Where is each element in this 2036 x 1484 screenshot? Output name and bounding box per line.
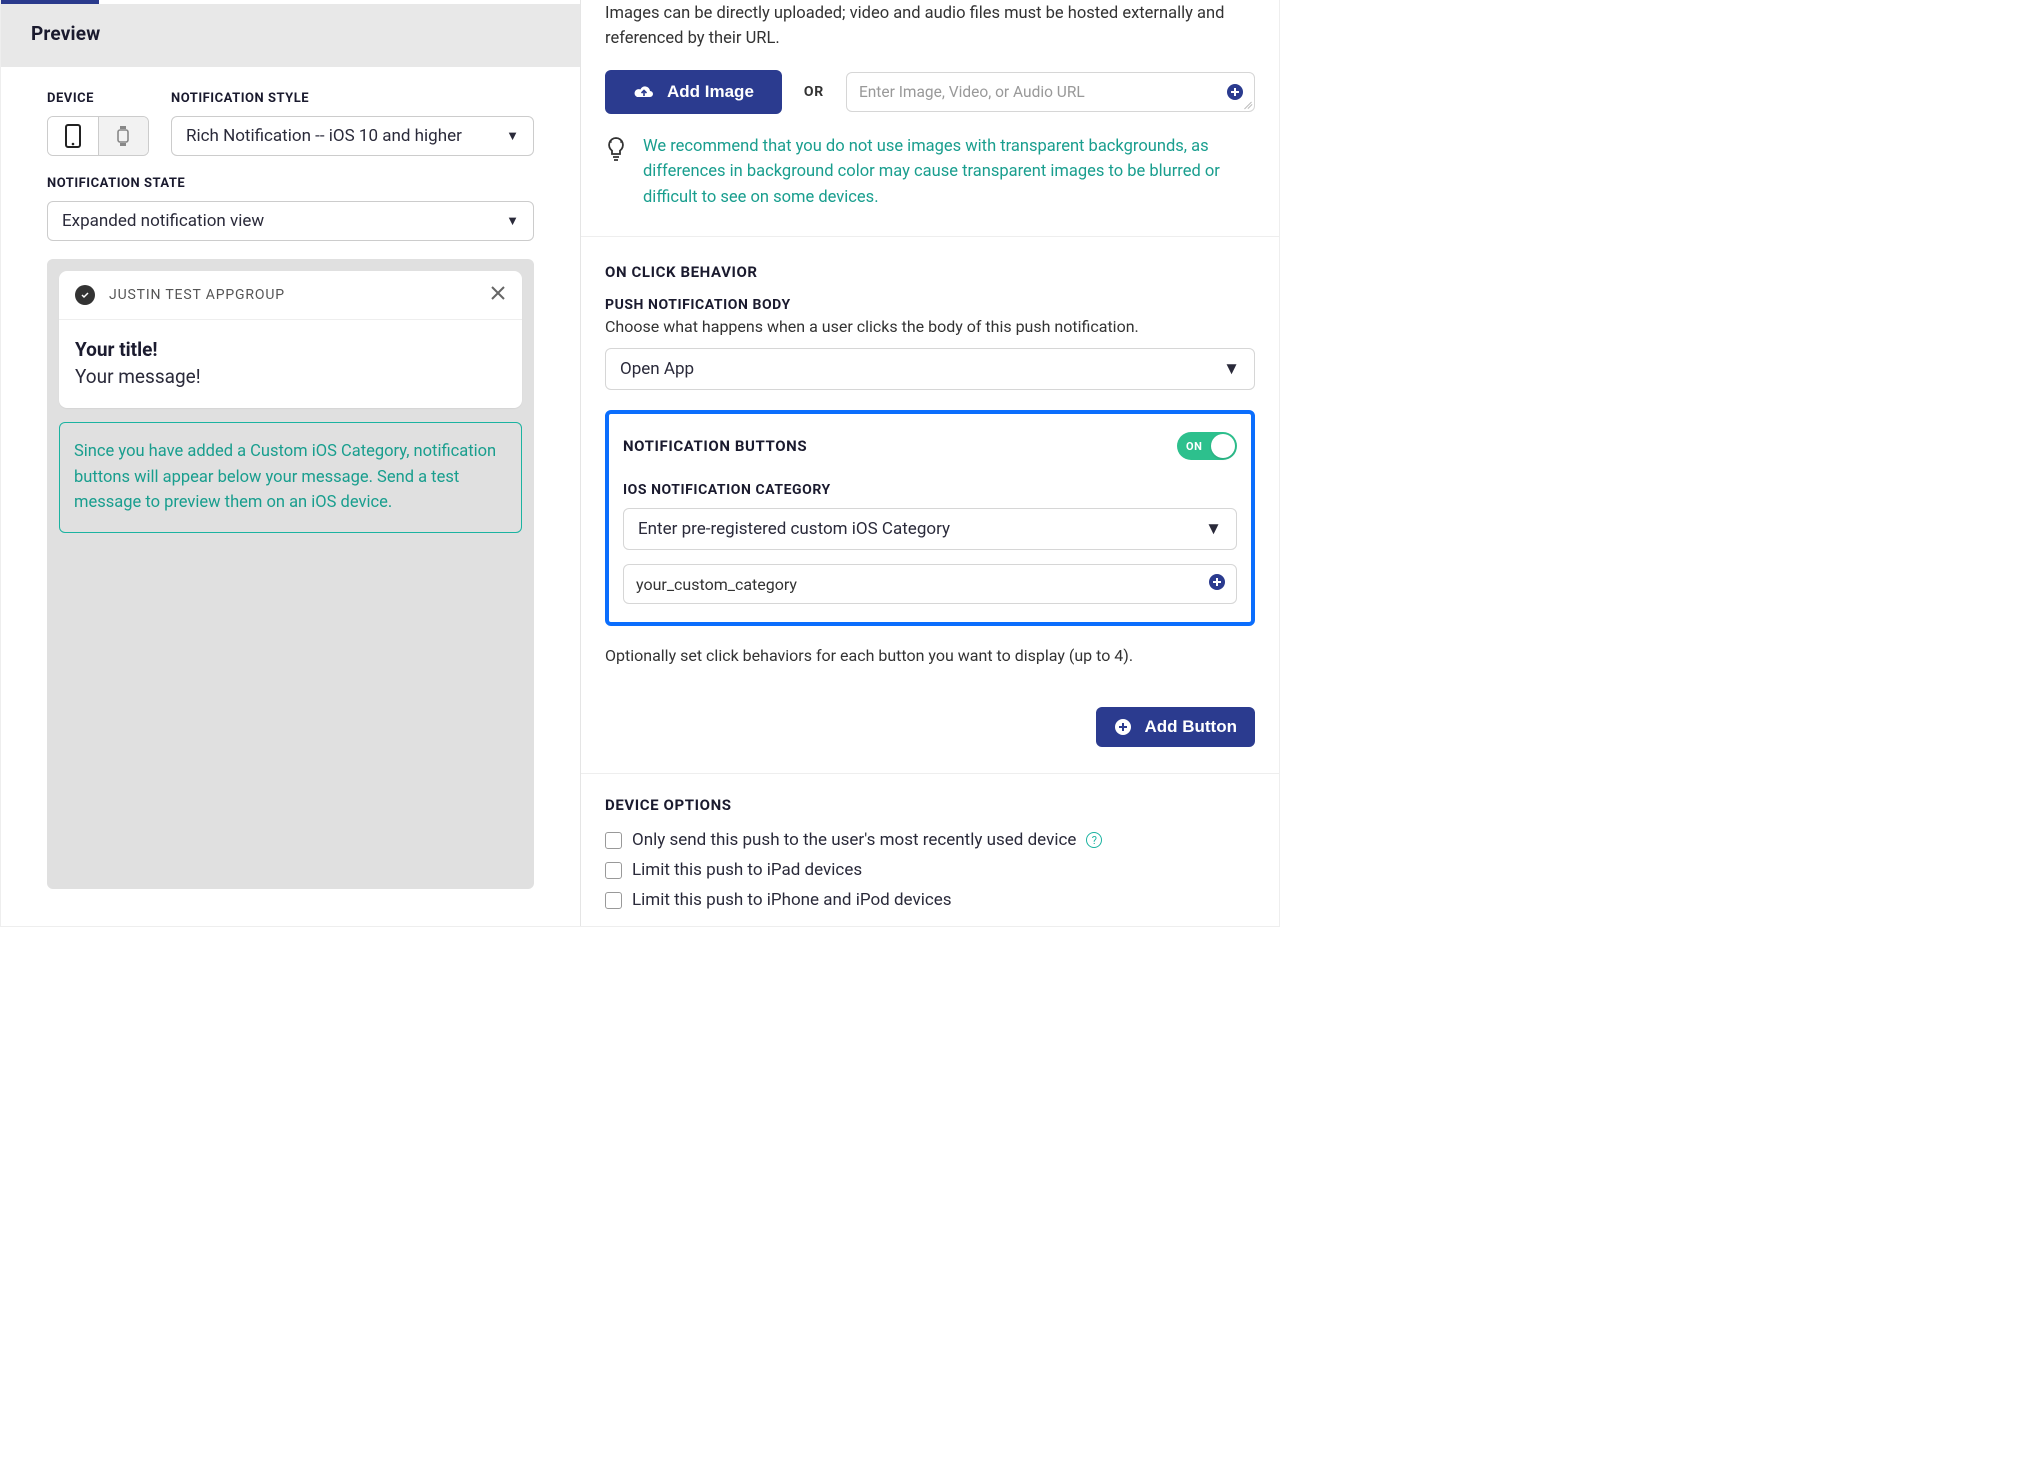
checkbox[interactable] [605,832,622,849]
preview-pane: JUSTIN TEST APPGROUP Your title! Your me… [47,259,534,889]
device-option-recent-label: Only send this push to the user's most r… [632,830,1076,850]
help-icon[interactable]: ? [1086,832,1102,848]
onclick-body-value: Open App [620,359,694,379]
device-options-title: DEVICE OPTIONS [605,796,1255,814]
ios-category-select[interactable]: Enter pre-registered custom iOS Category… [623,508,1237,550]
device-option-ipad-label: Limit this push to iPad devices [632,860,862,880]
device-option-ipad[interactable]: Limit this push to iPad devices [605,860,1255,880]
device-watch-button[interactable] [98,117,149,155]
notif-state-select[interactable]: Expanded notification view ▼ [47,201,534,241]
app-icon [75,285,95,305]
device-option-recent[interactable]: Only send this push to the user's most r… [605,830,1255,850]
add-image-button[interactable]: Add Image [605,70,782,114]
toggle-on-text: ON [1186,440,1202,453]
device-label: DEVICE [47,91,149,106]
push-body-desc: Choose what happens when a user clicks t… [605,317,1255,336]
caret-down-icon: ▼ [1223,359,1240,379]
preview-heading: Preview [1,4,580,67]
caret-down-icon: ▼ [1205,519,1222,539]
notif-message-text: Your message! [75,365,506,388]
cloud-upload-icon [633,84,655,100]
media-tip-text: We recommend that you do not use images … [643,134,1255,211]
app-name: JUSTIN TEST APPGROUP [109,287,490,303]
or-text: OR [804,84,824,100]
add-image-label: Add Image [667,82,754,102]
ios-category-input[interactable]: your_custom_category [623,564,1237,604]
caret-down-icon: ▼ [506,213,519,229]
checkbox[interactable] [605,862,622,879]
notif-style-select[interactable]: Rich Notification -- iOS 10 and higher ▼ [171,116,534,156]
media-url-placeholder: Enter Image, Video, or Audio URL [859,83,1085,101]
checkbox[interactable] [605,892,622,909]
resize-handle-icon [1242,99,1252,109]
media-url-input[interactable]: Enter Image, Video, or Audio URL [846,72,1255,112]
add-button-button[interactable]: Add Button [1096,707,1255,747]
onclick-body-select[interactable]: Open App ▼ [605,348,1255,390]
notif-style-value: Rich Notification -- iOS 10 and higher [186,126,462,146]
close-icon[interactable] [490,285,506,305]
plus-circle-icon[interactable] [1208,573,1226,595]
ios-category-input-value: your_custom_category [636,575,797,594]
notification-card: JUSTIN TEST APPGROUP Your title! Your me… [59,271,522,408]
onclick-section-title: ON CLICK BEHAVIOR [605,263,1255,281]
ios-category-label: IOS NOTIFICATION CATEGORY [623,482,1237,498]
caret-down-icon: ▼ [506,128,519,144]
device-toggle-group [47,116,149,156]
device-phone-button[interactable] [48,117,98,155]
phone-icon [64,124,82,148]
notif-title-text: Your title! [75,338,506,361]
buttons-opt-desc: Optionally set click behaviors for each … [605,646,1255,665]
notif-buttons-title: NOTIFICATION BUTTONS [623,437,807,455]
info-box: Since you have added a Custom iOS Catego… [59,422,522,533]
add-button-label: Add Button [1144,717,1237,737]
toggle-knob [1211,434,1235,458]
notif-state-label: NOTIFICATION STATE [47,176,534,191]
notif-style-label: NOTIFICATION STYLE [171,91,534,106]
notif-buttons-toggle[interactable]: ON [1177,432,1237,460]
notif-state-value: Expanded notification view [62,211,264,231]
notification-buttons-panel: NOTIFICATION BUTTONS ON IOS NOTIFICATION… [605,410,1255,626]
media-description: Images can be directly uploaded; video a… [605,0,1255,52]
lightbulb-icon [605,134,627,211]
watch-icon [115,125,131,147]
device-option-iphone[interactable]: Limit this push to iPhone and iPod devic… [605,890,1255,910]
ios-category-select-value: Enter pre-registered custom iOS Category [638,519,950,539]
push-body-label: PUSH NOTIFICATION BODY [605,297,1255,313]
device-option-iphone-label: Limit this push to iPhone and iPod devic… [632,890,952,910]
plus-circle-icon [1114,718,1132,736]
